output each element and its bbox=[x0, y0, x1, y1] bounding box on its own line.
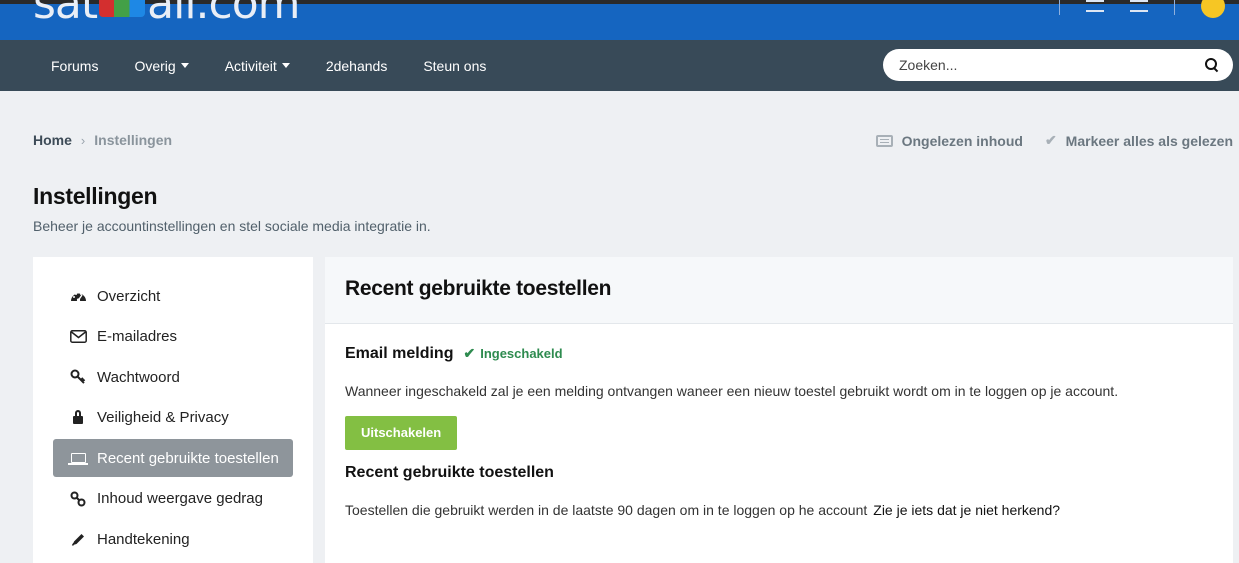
nav-item-label: Overig bbox=[134, 57, 176, 74]
site-logo[interactable]: sat all.com bbox=[33, 0, 301, 29]
sidebar-item-label: Overzicht bbox=[97, 287, 161, 305]
email-notification-description: Wanneer ingeschakeld zal je een melding … bbox=[345, 383, 1119, 399]
sidebar-item-veiligheid[interactable]: Veiligheid & Privacy bbox=[53, 399, 293, 437]
nav-item-forums[interactable]: Forums bbox=[33, 40, 116, 91]
nav-item-label: Steun ons bbox=[423, 57, 487, 74]
devices-description-text: Toestellen die gebruikt werden in de laa… bbox=[345, 502, 868, 518]
sidebar-list: Overzicht E-mailadres Wachtwoord Veiligh… bbox=[53, 277, 293, 561]
sidebar-item-wachtwoord[interactable]: Wachtwoord bbox=[53, 358, 293, 396]
laptop-icon bbox=[67, 450, 88, 466]
breadcrumb-home[interactable]: Home bbox=[33, 132, 72, 148]
breadcrumb-current: Instellingen bbox=[94, 132, 173, 148]
email-notification-row: Email melding ✔ Ingeschakeld bbox=[345, 345, 1213, 363]
devices-description: Toestellen die gebruikt werden in de laa… bbox=[345, 502, 1213, 518]
key-icon bbox=[69, 369, 87, 385]
nav-item-overig[interactable]: Overig bbox=[116, 40, 206, 91]
lock-icon bbox=[69, 410, 87, 426]
email-notification-title: Email melding bbox=[345, 345, 454, 362]
caret-down-icon bbox=[281, 63, 290, 68]
main-panel-header: Recent gebruikte toestellen bbox=[325, 257, 1233, 324]
main-title: Recent gebruikte toestellen bbox=[345, 277, 612, 300]
nav-item-label: 2dehands bbox=[325, 57, 388, 74]
dashboard-icon bbox=[69, 288, 87, 304]
page-actions: Ongelezen inhoud ✔ Markeer alles als gel… bbox=[875, 132, 1233, 149]
messages-icon[interactable] bbox=[1086, 0, 1104, 12]
nav-item-activiteit[interactable]: Activiteit bbox=[207, 40, 308, 91]
check-icon: ✔ bbox=[463, 345, 476, 361]
sidebar-item-overzicht[interactable]: Overzicht bbox=[53, 277, 293, 315]
logo-text-left: sat bbox=[33, 0, 98, 29]
sidebar-item-label: Inhoud weergave gedrag bbox=[97, 490, 263, 507]
sidebar-item-recent-toestellen[interactable]: Recent gebruikte toestellen bbox=[53, 439, 293, 477]
sidebar-item-label: Wachtwoord bbox=[97, 368, 180, 386]
sidebar-item-e-mailadres[interactable]: E-mailadres bbox=[53, 318, 293, 356]
check-icon: ✔ bbox=[1044, 132, 1057, 148]
nav-items: Forums Overig Activiteit 2dehands Steun … bbox=[33, 40, 504, 91]
avatar[interactable] bbox=[1201, 0, 1225, 18]
page-description: Beheer je accountinstellingen en stel so… bbox=[33, 218, 431, 234]
sidebar-item-inhoud-weergave[interactable]: Inhoud weergave gedrag bbox=[53, 480, 293, 518]
sidebar-item-label: E-mailadres bbox=[97, 328, 178, 345]
main-nav: Forums Overig Activiteit 2dehands Steun … bbox=[0, 40, 1239, 91]
search-icon[interactable] bbox=[1205, 58, 1219, 72]
nav-item-label: Forums bbox=[51, 57, 99, 74]
settings-sidebar: Overzicht E-mailadres Wachtwoord Veiligh… bbox=[33, 257, 313, 563]
newspaper-icon bbox=[875, 134, 893, 147]
disable-button[interactable]: Uitschakelen bbox=[345, 416, 458, 450]
unread-content-label: Ongelezen inhoud bbox=[901, 132, 1023, 149]
caret-down-icon bbox=[180, 63, 189, 68]
user-bar bbox=[1059, 0, 1225, 18]
sidebar-item-label: Handtekening bbox=[97, 530, 190, 548]
site-header: sat all.com bbox=[0, 0, 1239, 40]
unrecognized-device-link[interactable]: Zie je iets dat je niet herkend? bbox=[873, 502, 1060, 518]
pencil-icon bbox=[69, 531, 87, 547]
link-icon bbox=[69, 491, 87, 507]
logo-text-right: all.com bbox=[147, 0, 300, 29]
mark-all-read-label: Markeer alles als gelezen bbox=[1065, 132, 1233, 149]
search-input[interactable] bbox=[899, 57, 1205, 73]
envelope-icon bbox=[69, 329, 87, 345]
devices-title: Recent gebruikte toestellen bbox=[345, 464, 554, 481]
status-label: Ingeschakeld bbox=[480, 346, 563, 361]
main-panel-body: Email melding ✔ Ingeschakeld Wanneer ing… bbox=[325, 324, 1233, 538]
breadcrumb: Home › Instellingen bbox=[33, 132, 172, 148]
sidebar-item-label: Veiligheid & Privacy bbox=[97, 409, 229, 426]
user-bar-divider bbox=[1059, 0, 1060, 15]
status-badge: ✔ Ingeschakeld bbox=[463, 345, 562, 362]
logo-tv-icon bbox=[99, 0, 146, 17]
menu-icon[interactable] bbox=[1130, 0, 1148, 12]
unread-content-link[interactable]: Ongelezen inhoud bbox=[875, 132, 1023, 149]
page-title: Instellingen bbox=[33, 183, 158, 209]
sidebar-item-handtekening[interactable]: Handtekening bbox=[53, 520, 293, 558]
main-panel: Recent gebruikte toestellen Email meldin… bbox=[325, 257, 1233, 563]
search-box bbox=[883, 49, 1233, 81]
nav-item-2dehands[interactable]: 2dehands bbox=[308, 40, 406, 91]
chevron-right-icon: › bbox=[80, 132, 86, 148]
mark-all-read-link[interactable]: ✔ Markeer alles als gelezen bbox=[1045, 132, 1233, 149]
nav-item-label: Activiteit bbox=[224, 57, 277, 74]
nav-item-steun-ons[interactable]: Steun ons bbox=[405, 40, 504, 91]
user-bar-divider bbox=[1174, 0, 1175, 15]
sidebar-item-label: Recent gebruikte toestellen bbox=[97, 449, 279, 467]
